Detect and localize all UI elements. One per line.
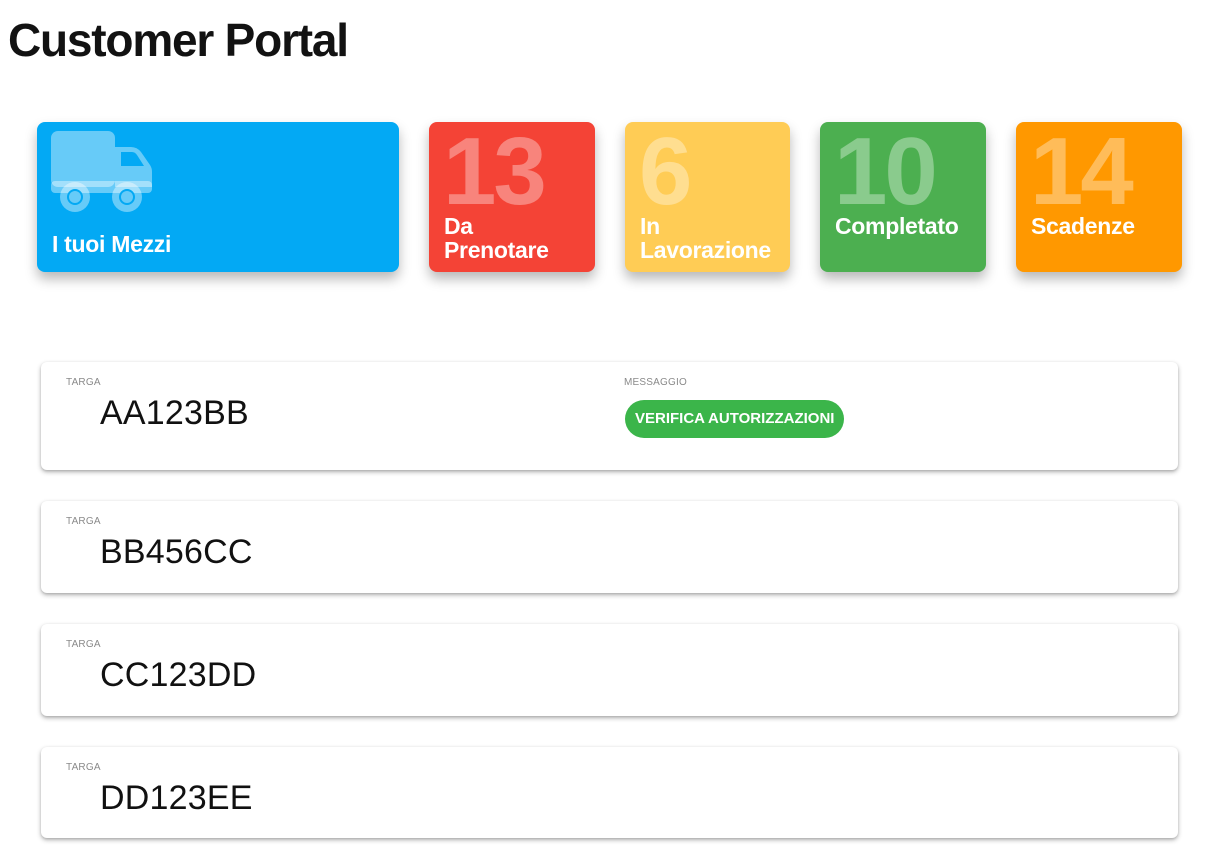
plate-value: CC123DD [100, 656, 257, 694]
plate-label: TARGA [66, 762, 101, 773]
tile-deadlines-count: 14 [1030, 122, 1134, 225]
truck-icon [51, 131, 152, 212]
tile-to-book-count: 13 [443, 122, 547, 225]
plate-value: AA123BB [100, 394, 249, 432]
tile-in-progress-label-line2: Lavorazione [640, 237, 771, 263]
tile-completed[interactable]: 10 Completato [820, 122, 986, 272]
tile-completed-count: 10 [834, 122, 938, 225]
tile-vehicles[interactable]: I tuoi Mezzi [37, 122, 399, 272]
plate-label: TARGA [66, 377, 101, 388]
page-title: Customer Portal [8, 14, 349, 66]
tile-in-progress[interactable]: 6 In Lavorazione [625, 122, 790, 272]
tile-in-progress-count: 6 [639, 122, 692, 225]
message-badge[interactable]: VERIFICA AUTORIZZAZIONI [625, 400, 845, 438]
plate-label: TARGA [66, 516, 101, 527]
tile-deadlines-label: Scadenze [1031, 213, 1135, 239]
plate-value: BB456CC [100, 533, 253, 571]
message-label: MESSAGGIO [624, 377, 687, 388]
tile-deadlines[interactable]: 14 Scadenze [1016, 122, 1182, 272]
vehicle-card[interactable]: TARGA DD123EE [41, 747, 1178, 838]
tile-in-progress-label-line1: In [640, 213, 660, 239]
tile-completed-label: Completato [835, 213, 959, 239]
tile-to-book[interactable]: 13 Da Prenotare [429, 122, 595, 272]
tile-to-book-label-line1: Da [444, 213, 473, 239]
plate-value: DD123EE [100, 779, 253, 817]
tile-vehicles-label: I tuoi Mezzi [52, 231, 172, 257]
tile-to-book-label-line2: Prenotare [444, 237, 549, 263]
plate-label: TARGA [66, 639, 101, 650]
vehicle-card[interactable]: TARGA BB456CC [41, 501, 1178, 593]
vehicle-card[interactable]: TARGA AA123BB MESSAGGIO VERIFICA AUTORIZ… [41, 362, 1178, 470]
vehicle-card[interactable]: TARGA CC123DD [41, 624, 1178, 716]
